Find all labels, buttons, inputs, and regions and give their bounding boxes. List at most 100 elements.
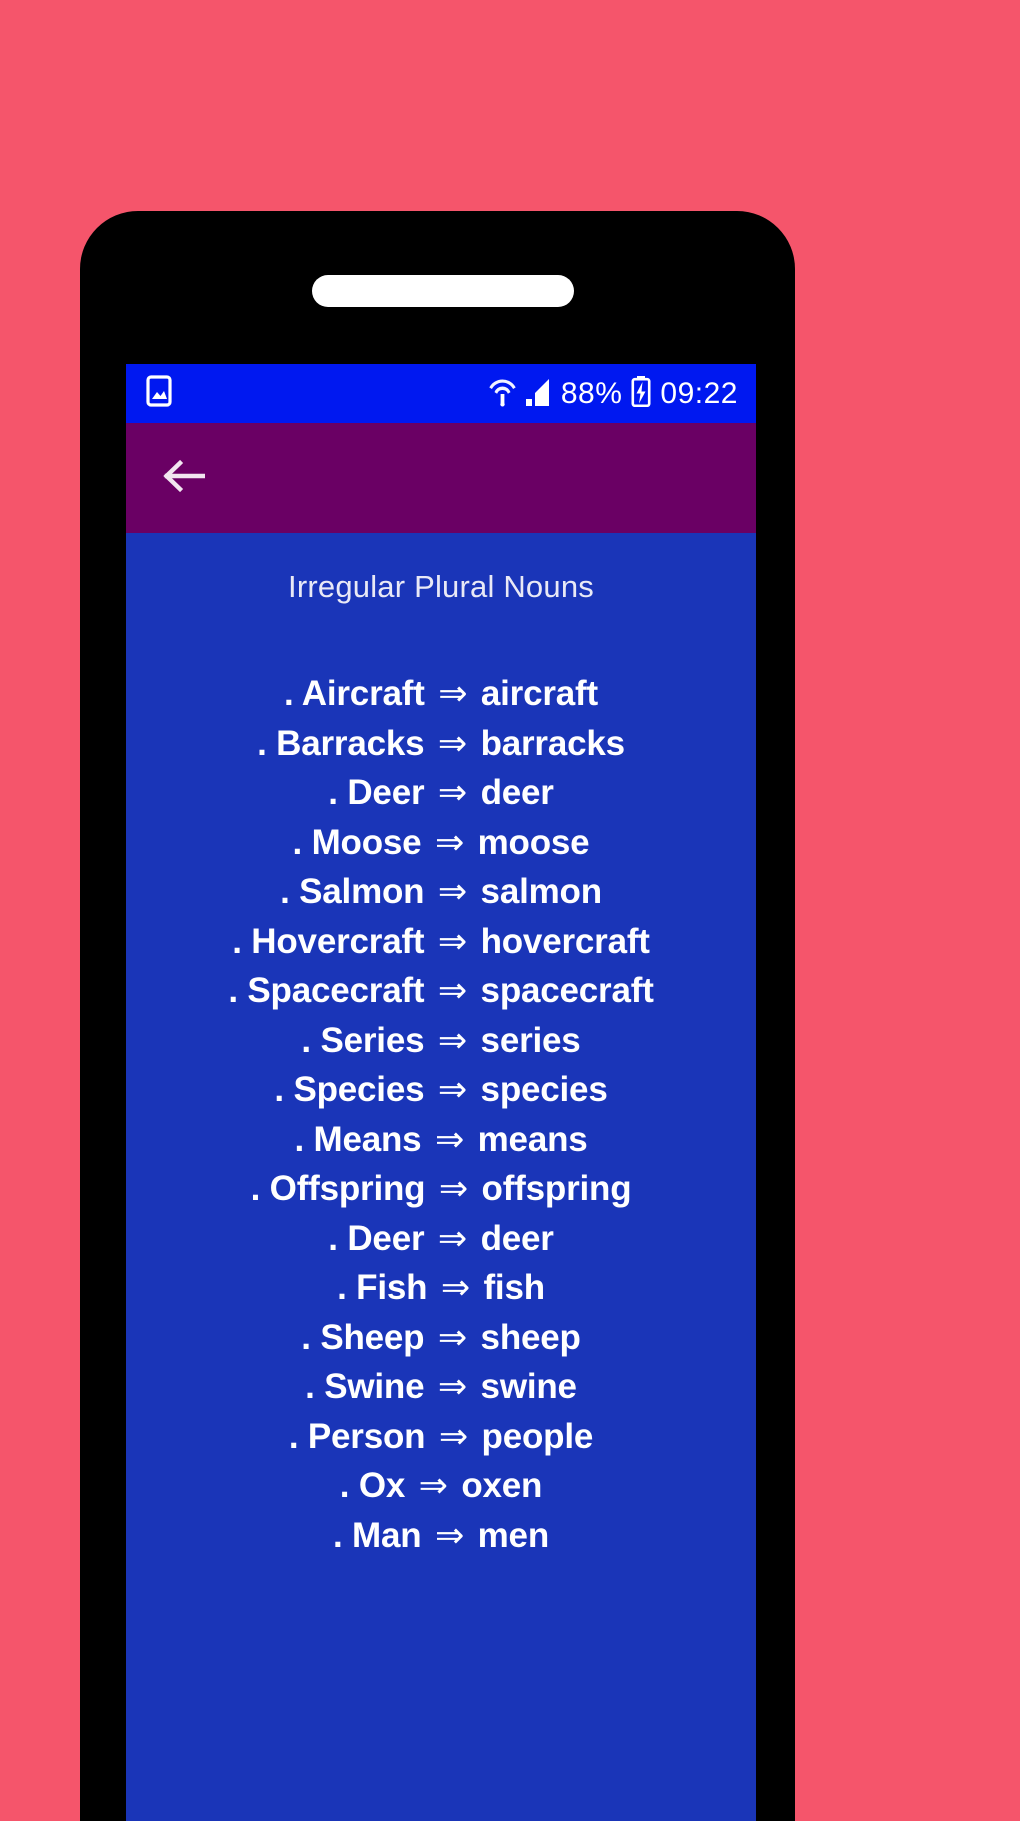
content-area[interactable]: Irregular Plural Nouns . Aircraft ⇒ airc…	[126, 533, 756, 1821]
phone-earpiece-speaker	[312, 275, 574, 307]
page-title: Irregular Plural Nouns	[288, 569, 594, 604]
bullet-marker: .	[288, 1416, 299, 1456]
bullet-marker: .	[301, 1020, 311, 1060]
cellular-signal-icon	[525, 375, 552, 412]
list-item: . Deer ⇒ deer	[126, 768, 756, 818]
double-arrow-right-icon: ⇒	[437, 723, 468, 763]
plural-noun: series	[471, 1020, 581, 1060]
status-bar-clock: 09:22	[660, 376, 738, 410]
double-arrow-right-icon: ⇒	[437, 1020, 468, 1060]
list-item: . Moose ⇒ moose	[126, 818, 756, 868]
bullet-marker: .	[250, 1169, 261, 1208]
double-arrow-right-icon: ⇒	[438, 674, 468, 713]
double-arrow-right-icon: ⇒	[434, 1119, 465, 1159]
double-arrow-right-icon: ⇒	[437, 1070, 468, 1109]
bullet-marker: .	[305, 1367, 315, 1406]
double-arrow-right-icon: ⇒	[437, 1367, 468, 1406]
double-arrow-right-icon: ⇒	[418, 1466, 448, 1505]
bullet-marker: .	[337, 1268, 347, 1307]
singular-noun: Ox	[349, 1466, 415, 1505]
double-arrow-right-icon: ⇒	[437, 1218, 468, 1258]
singular-noun: Sheep	[310, 1317, 434, 1357]
singular-noun: Hovercraft	[241, 921, 434, 961]
list-item: . Spacecraft ⇒ spacecraft	[126, 966, 756, 1016]
singular-noun: Spacecraft	[237, 971, 434, 1010]
singular-noun: Means	[303, 1119, 431, 1159]
plural-noun: deer	[471, 1218, 554, 1258]
back-button[interactable]	[160, 455, 206, 501]
bullet-marker: .	[284, 674, 294, 713]
list-item: . Deer ⇒ deer	[126, 1214, 756, 1264]
plural-noun: swine	[471, 1367, 577, 1406]
singular-noun: Series	[310, 1020, 434, 1060]
plural-noun: people	[472, 1416, 594, 1456]
battery-percentage-label: 88%	[560, 376, 623, 410]
plural-noun: fish	[473, 1268, 545, 1307]
double-arrow-right-icon: ⇒	[438, 1169, 469, 1208]
status-bar-right: 88% 09:22	[489, 375, 738, 412]
double-arrow-right-icon: ⇒	[437, 921, 468, 961]
singular-noun: Fish	[346, 1268, 437, 1307]
double-arrow-right-icon: ⇒	[437, 1317, 468, 1357]
bullet-marker: .	[301, 1317, 311, 1357]
plural-noun: hovercraft	[471, 921, 650, 961]
list-item: . Barracks ⇒ barracks	[126, 719, 756, 769]
phone-screen: 88% 09:22 Irregular Plural Nouns . Aircr…	[126, 364, 756, 1821]
image-icon	[146, 375, 172, 412]
singular-noun: Offspring	[260, 1169, 435, 1208]
list-item: . Offspring ⇒ offspring	[126, 1164, 756, 1214]
plural-noun: men	[468, 1515, 550, 1555]
plural-noun: barracks	[471, 723, 626, 763]
list-item: . Series ⇒ series	[126, 1016, 756, 1066]
plural-noun: aircraft	[471, 674, 598, 713]
battery-charging-icon	[631, 375, 651, 412]
singular-noun: Moose	[302, 822, 431, 862]
double-arrow-right-icon: ⇒	[440, 1268, 470, 1307]
status-bar-left	[146, 375, 172, 412]
double-arrow-right-icon: ⇒	[437, 971, 468, 1010]
status-bar: 88% 09:22	[126, 364, 756, 423]
list-item: . Salmon ⇒ salmon	[126, 867, 756, 917]
noun-list: . Aircraft ⇒ aircraft. Barracks ⇒ barrac…	[126, 669, 756, 1560]
plural-noun: means	[468, 1119, 588, 1159]
list-item: . Species ⇒ species	[126, 1065, 756, 1115]
list-item: . Man ⇒ men	[126, 1511, 756, 1561]
double-arrow-right-icon: ⇒	[434, 1515, 465, 1555]
bullet-marker: .	[292, 822, 303, 862]
singular-noun: Deer	[337, 773, 434, 812]
list-item: . Swine ⇒ swine	[126, 1362, 756, 1412]
bullet-marker: .	[332, 1515, 343, 1555]
plural-noun: species	[471, 1070, 608, 1109]
plural-noun: sheep	[471, 1317, 581, 1357]
singular-noun: Person	[298, 1416, 435, 1456]
singular-noun: Aircraft	[293, 674, 435, 713]
double-arrow-right-icon: ⇒	[434, 822, 465, 862]
plural-noun: moose	[468, 822, 590, 862]
list-item: . Aircraft ⇒ aircraft	[126, 669, 756, 719]
plural-noun: oxen	[451, 1466, 543, 1505]
plural-noun: deer	[471, 773, 554, 812]
bullet-marker: .	[257, 723, 267, 763]
bullet-marker: .	[274, 1070, 284, 1109]
singular-noun: Salmon	[289, 872, 434, 911]
list-item: . Hovercraft ⇒ hovercraft	[126, 917, 756, 967]
singular-noun: Swine	[314, 1367, 434, 1406]
bullet-marker: .	[339, 1466, 350, 1505]
phone-frame: 88% 09:22 Irregular Plural Nouns . Aircr…	[80, 211, 795, 1821]
list-item: . Ox ⇒ oxen	[126, 1461, 756, 1511]
plural-noun: salmon	[471, 872, 603, 911]
list-item: . Fish ⇒ fish	[126, 1263, 756, 1313]
bullet-marker: .	[328, 773, 338, 812]
double-arrow-right-icon: ⇒	[438, 1416, 469, 1456]
bullet-marker: .	[294, 1119, 304, 1159]
singular-noun: Species	[283, 1070, 434, 1109]
bullet-marker: .	[280, 872, 290, 911]
singular-noun: Barracks	[266, 723, 434, 763]
bullet-marker: .	[328, 1218, 338, 1258]
arrow-left-icon	[161, 458, 206, 499]
app-bar	[126, 423, 756, 533]
plural-noun: offspring	[472, 1169, 632, 1208]
list-item: . Means ⇒ means	[126, 1115, 756, 1165]
wifi-icon	[489, 375, 516, 412]
bullet-marker: .	[232, 921, 242, 961]
